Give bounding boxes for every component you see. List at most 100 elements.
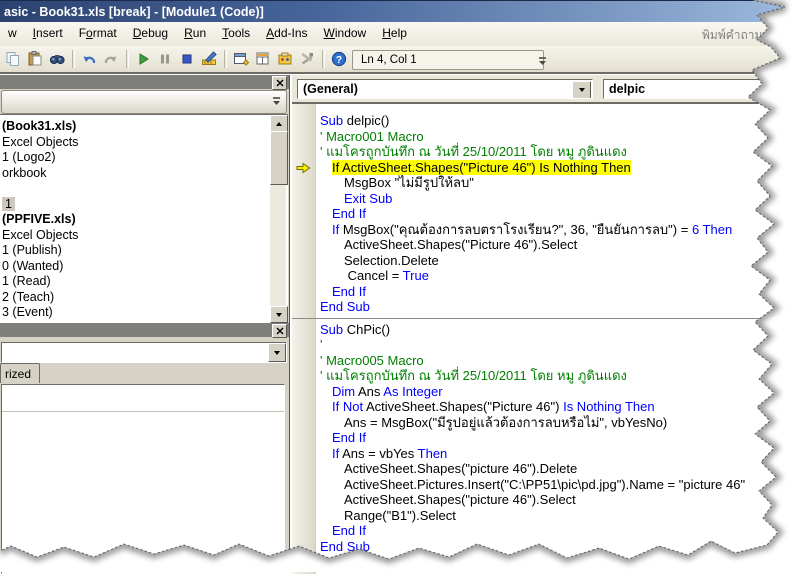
toolbar-separator [126, 50, 129, 68]
code-line[interactable]: Sub delpic() [316, 113, 793, 129]
project-tree-item[interactable]: Excel Objects [0, 135, 288, 151]
code-line[interactable]: If Ans = vbYes Then [316, 446, 793, 462]
code-line[interactable]: Range("B1").Select [316, 508, 793, 524]
code-line[interactable]: If MsgBox("คุณต้องการลบตราโรงเรียน?", 36… [316, 222, 793, 238]
code-line[interactable]: ' แมโครถูกบันทึก ณ วันที่ 25/10/2011 โดย… [316, 368, 793, 384]
project-tree-item[interactable]: 1 (Read) [0, 274, 288, 290]
code-line[interactable]: If ActiveSheet.Shapes("Picture 46") Is N… [316, 160, 793, 176]
undo-icon[interactable] [80, 50, 98, 68]
object-dropdown[interactable]: (General) [297, 79, 593, 99]
properties-window-title-bar [0, 323, 289, 337]
code-line[interactable]: ActiveSheet.Shapes("picture 46").Delete [316, 461, 793, 477]
code-line[interactable]: ' Macro001 Macro [316, 129, 793, 145]
project-tree-item[interactable]: Excel Objects [0, 228, 288, 244]
project-tree-scrollbar[interactable] [270, 115, 286, 323]
code-line[interactable]: ' แมโครถูกบันทึก ณ วันที่ 25/10/2011 โดย… [316, 144, 793, 160]
paste-icon[interactable] [26, 50, 44, 68]
chevron-down-icon[interactable] [572, 81, 591, 99]
properties-object-combobox[interactable] [1, 342, 287, 363]
copy-icon[interactable] [4, 50, 22, 68]
code-line[interactable]: Sub ChPic() [316, 322, 793, 338]
design-mode-icon[interactable] [200, 50, 218, 68]
properties-grid [1, 384, 285, 574]
procedure-dropdown[interactable]: delpic [603, 79, 793, 99]
menu-item-window[interactable]: Window [316, 22, 375, 43]
project-tree-item-label: Excel Objects [2, 135, 78, 149]
scroll-down-icon[interactable] [270, 306, 288, 323]
help-icon[interactable]: ? [330, 50, 348, 68]
menu-item-format[interactable]: Format [71, 22, 125, 43]
toolbox-icon[interactable] [298, 50, 316, 68]
scroll-up-icon[interactable] [270, 115, 288, 132]
code-line[interactable]: End If [316, 206, 793, 222]
code-line[interactable]: ActiveSheet.Shapes("Picture 46").Select [316, 237, 793, 253]
code-line[interactable]: End Sub [316, 539, 793, 555]
project-tree-item[interactable]: 1 (Publish) [0, 243, 288, 259]
menu-item-tools[interactable]: Tools [214, 22, 258, 43]
project-tree-item-label: 1 [2, 197, 15, 211]
code-line[interactable]: ActiveSheet.Shapes("picture 46").Select [316, 492, 793, 508]
project-tree-item-label: (Book31.xls) [2, 119, 76, 133]
toolbar-separator [322, 50, 325, 68]
code-editor[interactable]: Sub delpic()' Macro001 Macro' แมโครถูกบั… [292, 102, 793, 574]
project-tree-item[interactable]: 2 (Teach) [0, 290, 288, 306]
code-line[interactable]: ' Macro005 Macro [316, 353, 793, 369]
code-line[interactable]: Selection.Delete [316, 253, 793, 269]
current-statement-highlight: If ActiveSheet.Shapes("Picture 46") Is N… [332, 160, 631, 175]
project-tree-rows: (Book31.xls)Excel Objects1 (Logo2)orkboo… [0, 115, 288, 321]
chevron-down-icon[interactable] [268, 343, 286, 362]
code-line[interactable]: End If [316, 284, 793, 300]
project-tree-item-label: 1 (Logo2) [2, 150, 56, 164]
tab-categorized[interactable]: rized [0, 363, 40, 383]
close-icon[interactable] [272, 76, 287, 90]
code-line[interactable]: End Sub [316, 299, 793, 315]
properties-window-icon[interactable] [254, 50, 272, 68]
close-icon[interactable] [272, 324, 287, 338]
project-tree-item[interactable]: (Book31.xls) [0, 119, 288, 135]
object-browser-icon[interactable] [276, 50, 294, 68]
code-lines: Sub delpic()' Macro001 Macro' แมโครถูกบั… [316, 104, 793, 554]
code-line[interactable]: Cancel = True [316, 268, 793, 284]
margin-indicator-bar [292, 104, 316, 574]
project-tree-item-label: 3 (Event) [2, 305, 53, 319]
find-icon[interactable] [48, 50, 66, 68]
code-line[interactable]: If Not ActiveSheet.Shapes("Picture 46") … [316, 399, 793, 415]
code-line[interactable]: MsgBox "ไม่มีรูปให้ลบ" [316, 175, 793, 191]
toolbar-options-chevron-icon[interactable] [537, 54, 548, 73]
project-tree-item[interactable]: (PPFIVE.xls) [0, 212, 288, 228]
menu-item-run[interactable]: Run [176, 22, 214, 43]
project-tree-item[interactable]: 1 (Logo2) [0, 150, 288, 166]
code-line[interactable]: ActiveSheet.Pictures.Insert("C:\PP51\pic… [316, 477, 793, 493]
break-icon[interactable] [156, 50, 174, 68]
properties-grid-divider [2, 411, 284, 412]
project-tree-item-label: 2 (Teach) [2, 290, 54, 304]
code-line[interactable]: Exit Sub [316, 191, 793, 207]
project-tree-item[interactable] [0, 181, 288, 197]
project-tree-item[interactable]: 1 [0, 197, 288, 213]
scrollbar-thumb[interactable] [270, 131, 288, 185]
toolbar-separator [72, 50, 75, 68]
project-tree-item[interactable]: 0 (Wanted) [0, 259, 288, 275]
menu-item-insert[interactable]: Insert [25, 22, 71, 43]
menu-item-w[interactable]: w [0, 22, 25, 43]
window-title: asic - Book31.xls [break] - [Module1 (Co… [4, 5, 264, 19]
project-explorer-icon[interactable] [232, 50, 250, 68]
code-line[interactable]: ' [316, 337, 793, 353]
code-line[interactable]: Dim Ans As Integer [316, 384, 793, 400]
menu-item-help[interactable]: Help [374, 22, 415, 43]
code-line[interactable]: End If [316, 430, 793, 446]
menu-item-debug[interactable]: Debug [125, 22, 176, 43]
project-tree-item[interactable]: 3 (Event) [0, 305, 288, 321]
project-tree-item-label: Excel Objects [2, 228, 78, 242]
project-tree-item[interactable]: orkbook [0, 166, 288, 182]
current-statement-arrow-icon [296, 161, 311, 179]
menu-item-add-ins[interactable]: Add-Ins [258, 22, 315, 43]
run-icon[interactable] [134, 50, 152, 68]
procedure-separator [316, 315, 793, 322]
code-line[interactable]: Ans = MsgBox("มีรูปอยู่แล้วต้องการลบหรือ… [316, 415, 793, 431]
code-line[interactable]: End If [316, 523, 793, 539]
type-a-question-box[interactable]: พิมพ์คำถามขอ [702, 26, 793, 45]
reset-icon[interactable] [178, 50, 196, 68]
redo-icon[interactable] [102, 50, 120, 68]
toolbar-options-chevron-icon[interactable] [273, 96, 284, 110]
